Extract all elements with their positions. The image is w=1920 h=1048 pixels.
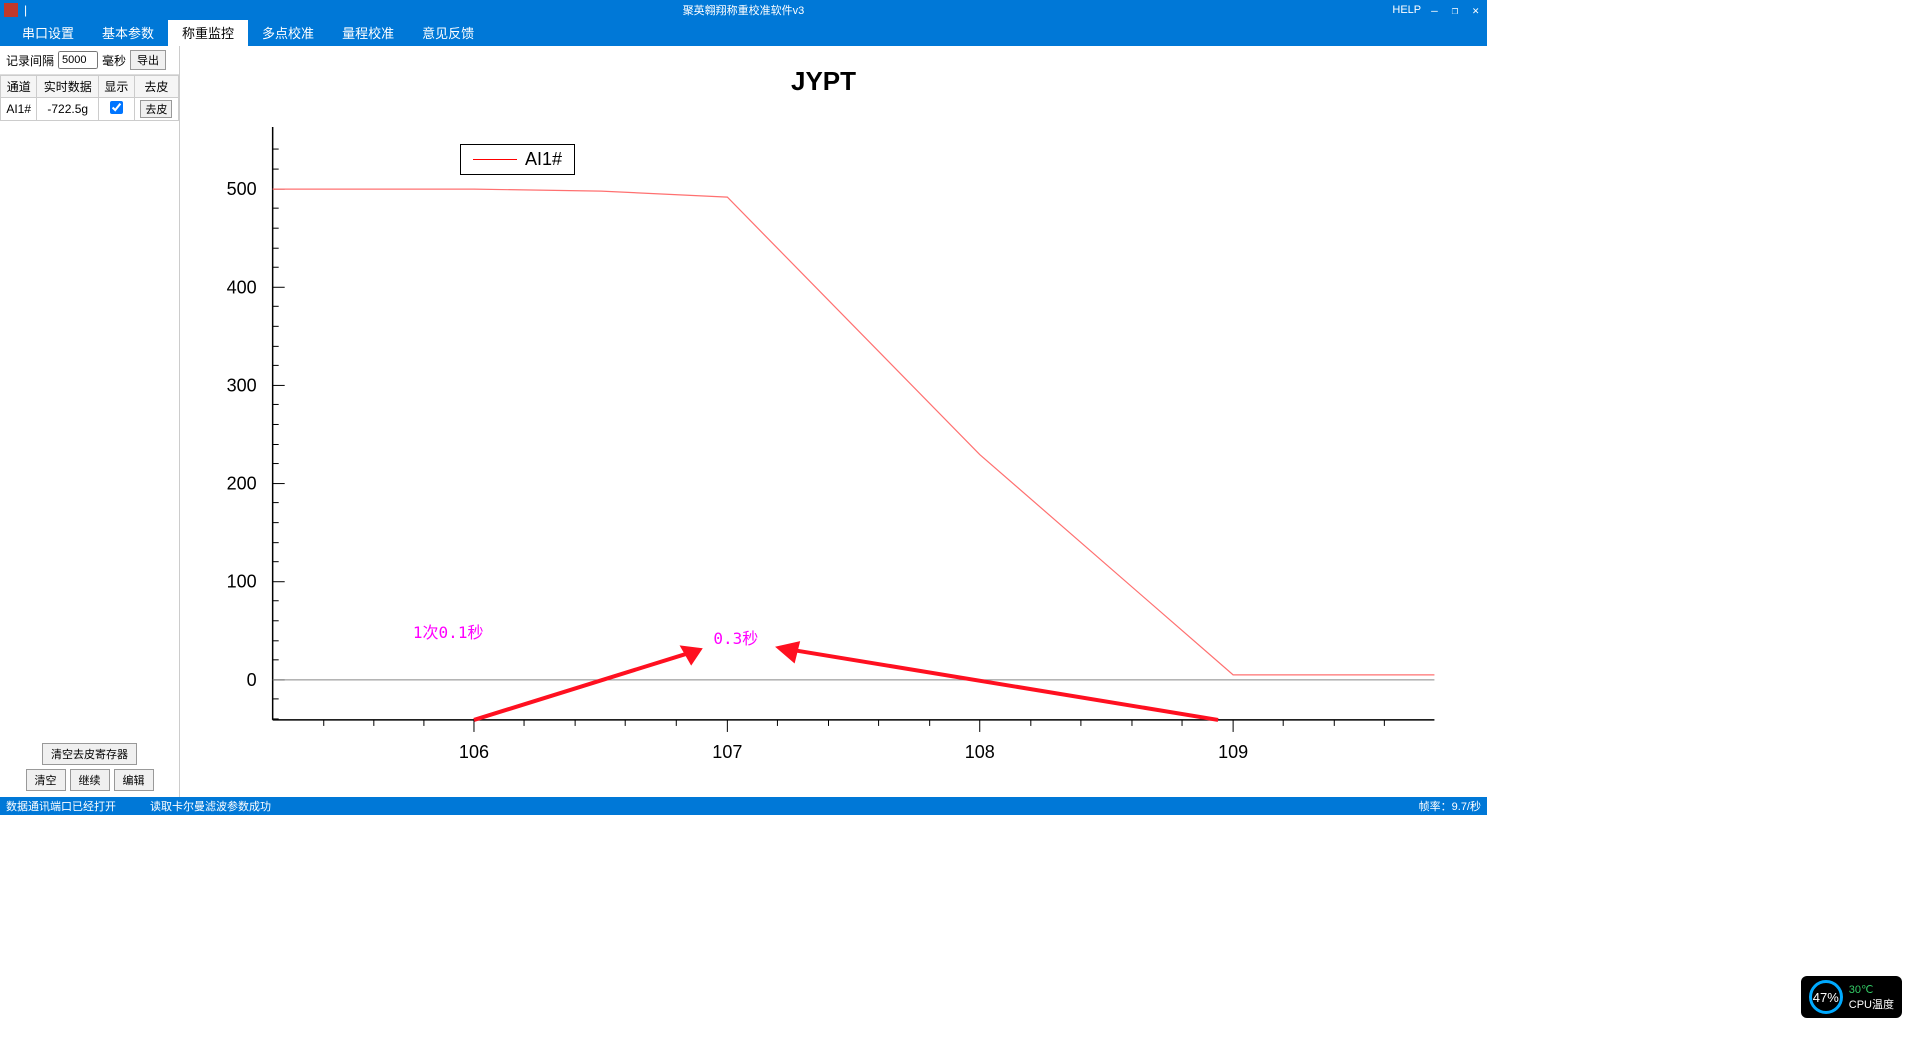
app-icon	[4, 3, 18, 17]
chart-svg[interactable]: 500 400 300 200 100 0 106 107	[190, 107, 1457, 768]
tab-feedback[interactable]: 意见反馈	[408, 19, 488, 46]
xtick-109: 109	[1218, 742, 1248, 762]
xtick-108: 108	[965, 742, 995, 762]
clear-button[interactable]: 清空	[26, 769, 66, 791]
xtick-106: 106	[459, 742, 489, 762]
series-AI1	[273, 189, 1435, 675]
status-left: 数据通讯端口已经打开	[6, 798, 116, 814]
cpu-label: CPU温度	[1849, 996, 1894, 1012]
interval-label: 记录间隔	[6, 52, 54, 69]
col-display: 显示	[99, 76, 135, 98]
ytick-100: 100	[227, 572, 257, 592]
cell-show	[99, 98, 135, 121]
ytick-500: 500	[227, 179, 257, 199]
tab-basic-params[interactable]: 基本参数	[88, 19, 168, 46]
ytick-300: 300	[227, 375, 257, 395]
col-channel: 通道	[1, 76, 37, 98]
cell-tare: 去皮	[134, 98, 178, 121]
status-mid: 读取卡尔曼滤波参数成功	[150, 798, 271, 814]
cpu-percent: 47%	[1809, 980, 1843, 1014]
col-realtime-data: 实时数据	[37, 76, 99, 98]
legend-label: AI1#	[525, 149, 562, 170]
cursor-marker: |	[24, 3, 27, 17]
status-bar: 数据通讯端口已经打开 读取卡尔曼滤波参数成功 帧率：9.7/秒	[0, 797, 1487, 815]
title-bar: | 聚英翱翔称重校准软件v3 HELP — ❐ ✕	[0, 0, 1487, 20]
tab-bar: 串口设置 基本参数 称重监控 多点校准 量程校准 意见反馈	[0, 20, 1487, 46]
chart-legend: AI1#	[460, 144, 575, 175]
annotation-2: 0.3秒	[713, 629, 758, 648]
cell-channel: AI1#	[1, 98, 37, 121]
col-tare: 去皮	[134, 76, 178, 98]
annotation-1: 1次0.1秒	[413, 623, 484, 642]
cell-value: -722.5g	[37, 98, 99, 121]
help-link[interactable]: HELP	[1392, 4, 1421, 16]
ytick-400: 400	[227, 277, 257, 297]
sidebar: 记录间隔 毫秒 导出 通道 实时数据 显示 去皮 AI1# -722.5g 去皮…	[0, 46, 180, 797]
channel-table: 通道 实时数据 显示 去皮 AI1# -722.5g 去皮	[0, 75, 179, 121]
interval-unit: 毫秒	[102, 52, 126, 69]
continue-button[interactable]: 继续	[70, 769, 110, 791]
maximize-button[interactable]: ❐	[1448, 4, 1463, 17]
legend-line-icon	[473, 159, 517, 160]
tab-range-cal[interactable]: 量程校准	[328, 19, 408, 46]
export-button[interactable]: 导出	[130, 50, 166, 70]
window-title: 聚英翱翔称重校准软件v3	[683, 2, 805, 18]
table-row: AI1# -722.5g 去皮	[1, 98, 179, 121]
cpu-widget: 47% 30℃ CPU温度	[1801, 976, 1902, 1018]
interval-input[interactable]	[58, 51, 98, 69]
chart-area: JYPT 500 400 300 200 100 0	[180, 46, 1487, 797]
tab-serial-settings[interactable]: 串口设置	[8, 19, 88, 46]
cpu-temp: 30℃	[1849, 983, 1894, 996]
xtick-107: 107	[712, 742, 742, 762]
show-checkbox[interactable]	[110, 101, 123, 114]
tare-button[interactable]: 去皮	[140, 100, 172, 118]
ytick-0: 0	[247, 670, 257, 690]
tab-multi-point-cal[interactable]: 多点校准	[248, 19, 328, 46]
chart-title: JYPT	[190, 66, 1457, 97]
tab-weight-monitor[interactable]: 称重监控	[168, 19, 248, 46]
status-right: 帧率：9.7/秒	[1419, 798, 1481, 814]
ytick-200: 200	[227, 474, 257, 494]
clear-tare-register-button[interactable]: 清空去皮寄存器	[42, 743, 137, 765]
minimize-button[interactable]: —	[1427, 4, 1442, 17]
close-button[interactable]: ✕	[1468, 4, 1483, 17]
edit-button[interactable]: 编辑	[114, 769, 154, 791]
